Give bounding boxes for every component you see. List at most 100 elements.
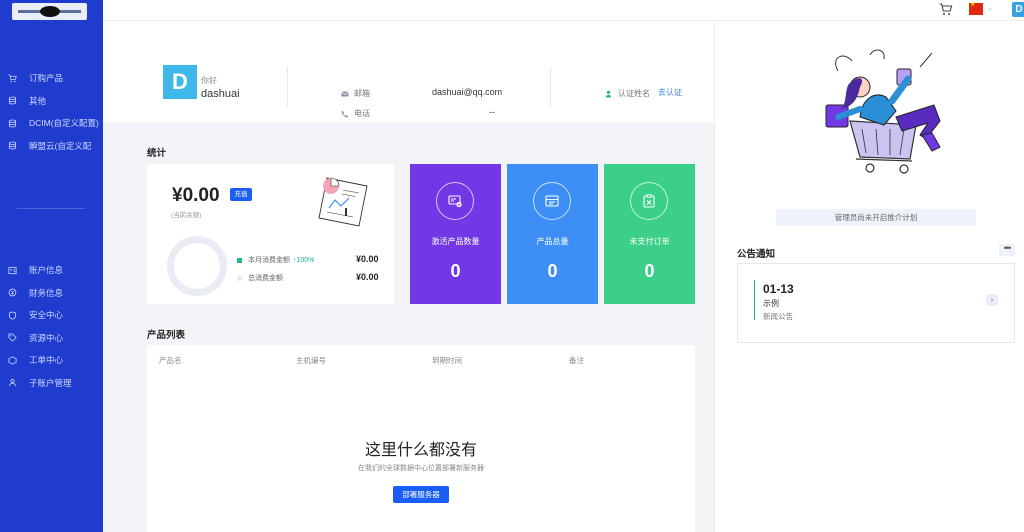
verify-link[interactable]: 去认证: [658, 87, 682, 98]
divider: [550, 67, 551, 107]
active-product-icon: [436, 182, 474, 220]
empty-state-subtitle: 在我们的全球数据中心位置部署新服务器: [358, 465, 484, 472]
logo-image[interactable]: [12, 3, 87, 20]
legend-total: 总消费金额: [237, 273, 283, 283]
account-nav: 账户信息 财务信息 安全中心 资源中心 工单中心 子账户管理: [0, 259, 103, 394]
tile-active-products[interactable]: 激活产品数量 0: [410, 164, 501, 304]
sidebar-item-cloud[interactable]: 瞬盟云(自定义配: [0, 135, 103, 158]
report-illustration: [318, 177, 368, 227]
balance-amount: ¥0.00: [172, 185, 220, 206]
month-value: ¥0.00: [356, 254, 379, 264]
notice-name: 示例: [763, 299, 779, 308]
language-flag-icon[interactable]: [969, 1, 983, 15]
spend-donut-chart: [167, 236, 227, 296]
notice-card[interactable]: 01-13 示例 新闻公告 ›: [737, 263, 1015, 343]
verify-user-icon: [605, 90, 612, 97]
total-value: ¥0.00: [356, 272, 379, 282]
tag-icon: [8, 333, 17, 342]
divider: [287, 67, 288, 107]
finance-icon: [8, 288, 17, 297]
profile-card: D 你好 dashuai 邮箱 dashuai@qq.com 电话 -- 认证姓…: [103, 21, 714, 122]
cart-icon: [8, 74, 17, 83]
column-header: 主机编号: [296, 356, 326, 365]
product-total-icon: [533, 182, 571, 220]
sidebar-item-label: DCIM(自定义配置): [29, 118, 99, 129]
notice-accent-line: [754, 280, 755, 320]
product-table: 产品名 主机编号 到期时间 备注 这里什么都没有 在我们的全球数据中心位置部署新…: [147, 345, 695, 532]
greeting: 你好: [201, 76, 217, 85]
legend-swatch: [237, 257, 242, 263]
recharge-button[interactable]: 充值: [230, 188, 252, 201]
cart-icon[interactable]: [939, 3, 953, 16]
tile-unpaid-orders[interactable]: 未支付订单 0: [604, 164, 695, 304]
sidebar-item-label: 资源中心: [29, 332, 64, 343]
sidebar-item-label: 账户信息: [29, 265, 64, 276]
notice-category: 新闻公告: [763, 312, 793, 321]
sidebar-item-dcim[interactable]: DCIM(自定义配置): [0, 112, 103, 135]
column-header: 备注: [569, 356, 584, 365]
sidebar-item-tickets[interactable]: 工单中心: [0, 349, 103, 372]
tile-label: 激活产品数量: [431, 237, 480, 246]
avatar: D: [163, 65, 197, 99]
phone-value: --: [489, 107, 495, 117]
tile-value: 0: [644, 261, 655, 281]
sidebar-item-account-info[interactable]: 账户信息: [0, 259, 103, 282]
tile-product-total[interactable]: 产品总量 0: [507, 164, 598, 304]
mail-icon: [341, 91, 349, 96]
shopping-illustration: [825, 49, 941, 174]
email-value: dashuai@qq.com: [432, 87, 503, 97]
notice-title: 公告通知: [737, 249, 776, 260]
sidebar-item-resources[interactable]: 资源中心: [0, 327, 103, 350]
user-avatar[interactable]: D: [1012, 2, 1024, 17]
sidebar-item-label: 其他: [29, 95, 47, 106]
phone-icon: [341, 110, 349, 117]
tile-label: 产品总量: [536, 237, 569, 246]
month-change: ↑100%: [293, 256, 315, 264]
products-title: 产品列表: [147, 330, 186, 341]
chevron-down-icon[interactable]: ⌄: [987, 4, 993, 12]
sidebar: 订购产品 其他 DCIM(自定义配置) 瞬盟云(自定义配 账户信息 财务信息 安…: [0, 0, 103, 532]
verify-label: 认证姓名: [605, 88, 650, 99]
phone-label: 电话: [341, 108, 370, 119]
sub-account-icon: [8, 378, 17, 387]
sidebar-divider: [17, 208, 85, 209]
sidebar-item-sub-accounts[interactable]: 子账户管理: [0, 372, 103, 395]
email-label: 邮箱: [341, 88, 370, 99]
product-nav: 订购产品 其他 DCIM(自定义配置) 瞬盟云(自定义配: [0, 67, 103, 157]
sidebar-item-finance[interactable]: 财务信息: [0, 282, 103, 305]
column-header: 产品名: [159, 356, 182, 365]
right-panel: 管理员尚未开启推介计划 公告通知 ••• 01-13 示例 新闻公告 ›: [714, 21, 1024, 532]
legend-swatch: [237, 275, 242, 281]
tile-value: 0: [450, 261, 461, 281]
column-header: 到期时间: [432, 356, 462, 365]
balance-card: ¥0.00 充值 (当前余额) 本月消费金额 ↑100% ¥0.00 总消费金额…: [147, 164, 394, 304]
legend-month: 本月消费金额 ↑100%: [237, 255, 314, 265]
chevron-right-icon[interactable]: ›: [986, 294, 998, 306]
user-card-icon: [8, 266, 17, 275]
balance-caption: (当前余额): [171, 212, 202, 219]
ticket-icon: [8, 356, 17, 365]
database-icon: [8, 96, 17, 105]
username: dashuai: [201, 88, 240, 100]
more-icon[interactable]: •••: [999, 244, 1015, 256]
sidebar-item-label: 子账户管理: [29, 377, 72, 388]
sidebar-item-label: 瞬盟云(自定义配: [29, 140, 92, 151]
tile-value: 0: [547, 261, 558, 281]
deploy-server-button[interactable]: 部署服务器: [393, 486, 449, 503]
sidebar-item-label: 安全中心: [29, 310, 64, 321]
database-icon: [8, 119, 17, 128]
tile-label: 未支付订单: [629, 237, 670, 246]
sidebar-item-security[interactable]: 安全中心: [0, 304, 103, 327]
shield-icon: [8, 311, 17, 320]
sidebar-item-label: 订购产品: [29, 73, 64, 84]
sidebar-item-order-product[interactable]: 订购产品: [0, 67, 103, 90]
sidebar-item-label: 工单中心: [29, 355, 64, 366]
stats-title: 统计: [147, 148, 167, 159]
database-icon: [8, 141, 17, 150]
unpaid-order-icon: [630, 182, 668, 220]
notice-date: 01-13: [763, 282, 794, 296]
empty-state-title: 这里什么都没有: [364, 442, 477, 459]
topbar: ⌄ D: [103, 0, 1024, 21]
sidebar-item-other[interactable]: 其他: [0, 90, 103, 113]
sidebar-item-label: 财务信息: [29, 287, 64, 298]
